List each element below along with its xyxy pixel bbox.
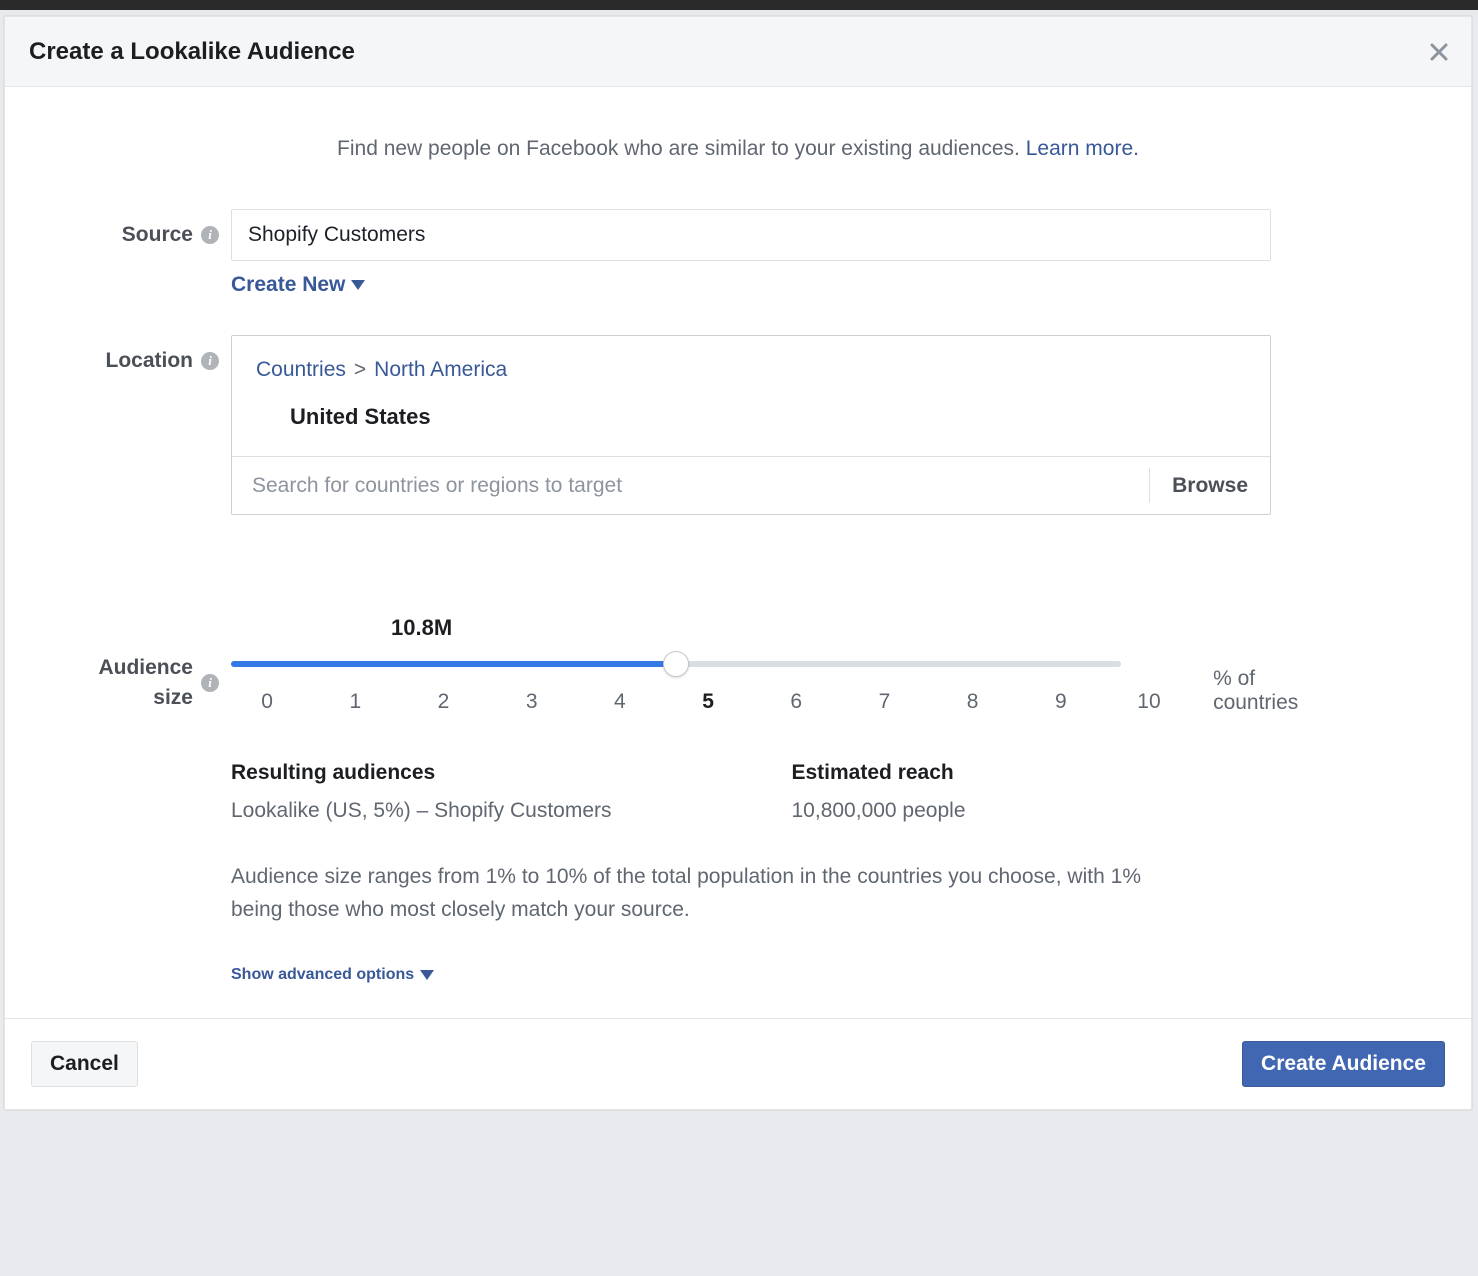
helper-text: Audience size ranges from 1% to 10% of t… bbox=[231, 861, 1341, 926]
slider-tick: 8 bbox=[929, 690, 1017, 714]
slider-tick: 0 bbox=[223, 690, 311, 714]
resulting-heading: Resulting audiences bbox=[231, 761, 612, 785]
info-icon[interactable]: i bbox=[201, 352, 219, 370]
resulting-text: Lookalike (US, 5%) – Shopify Customers bbox=[231, 799, 612, 823]
location-row: Location i Countries > North America bbox=[21, 335, 1471, 525]
browse-button[interactable]: Browse bbox=[1149, 468, 1270, 502]
audience-size-row: Audience size i 10.8M 0123456 bbox=[21, 615, 1471, 994]
chevron-down-icon bbox=[351, 280, 365, 290]
lookalike-modal: Create a Lookalike Audience Find new peo… bbox=[4, 16, 1472, 1110]
slider-tick: 6 bbox=[752, 690, 840, 714]
result-section: Resulting audiences Lookalike (US, 5%) –… bbox=[231, 761, 1341, 823]
page-background: Create a Lookalike Audience Find new peo… bbox=[0, 0, 1478, 1276]
app-topbar bbox=[0, 0, 1478, 10]
source-value: Shopify Customers bbox=[248, 223, 425, 247]
breadcrumb-region[interactable]: North America bbox=[374, 358, 507, 382]
modal-body: Find new people on Facebook who are simi… bbox=[5, 87, 1471, 1018]
resulting-audiences: Resulting audiences Lookalike (US, 5%) –… bbox=[231, 761, 612, 823]
slider-tick: 10 bbox=[1105, 690, 1193, 714]
slider-tick: 3 bbox=[488, 690, 576, 714]
slider-value-label: 10.8M bbox=[391, 615, 1121, 641]
location-label-text: Location bbox=[106, 349, 194, 373]
breadcrumb-countries[interactable]: Countries bbox=[256, 358, 346, 382]
modal-title: Create a Lookalike Audience bbox=[29, 38, 355, 66]
modal-header: Create a Lookalike Audience bbox=[5, 17, 1471, 87]
source-row: Source i Shopify Customers Create New bbox=[21, 209, 1471, 307]
chevron-down-icon bbox=[420, 970, 434, 980]
location-selected: Countries > North America United States bbox=[232, 336, 1270, 456]
audience-size-label: Audience size i bbox=[21, 615, 231, 714]
breadcrumb-separator: > bbox=[354, 358, 366, 382]
audience-slider: 10.8M 012345678910 % of countries bbox=[231, 615, 1121, 715]
audience-size-label-text: Audience size bbox=[98, 653, 193, 714]
close-icon[interactable] bbox=[1425, 38, 1453, 66]
slider-ticks: 012345678910 bbox=[223, 690, 1193, 714]
cancel-button[interactable]: Cancel bbox=[31, 1041, 138, 1087]
slider-tick: 7 bbox=[840, 690, 928, 714]
create-new-dropdown[interactable]: Create New bbox=[231, 273, 365, 297]
modal-footer: Cancel Create Audience bbox=[5, 1018, 1471, 1109]
advanced-label: Show advanced options bbox=[231, 966, 414, 984]
slider-tick: 5 bbox=[664, 690, 752, 714]
source-input[interactable]: Shopify Customers bbox=[231, 209, 1271, 261]
selected-country: United States bbox=[256, 382, 1246, 434]
slider-tick: 2 bbox=[399, 690, 487, 714]
reach-text: 10,800,000 people bbox=[792, 799, 966, 823]
location-search-input[interactable] bbox=[232, 457, 1149, 514]
source-label-text: Source bbox=[122, 223, 193, 247]
slider-tick: 1 bbox=[311, 690, 399, 714]
estimated-reach: Estimated reach 10,800,000 people bbox=[792, 761, 966, 823]
location-search-row: Browse bbox=[232, 456, 1270, 514]
create-audience-button[interactable]: Create Audience bbox=[1242, 1041, 1445, 1087]
intro-copy: Find new people on Facebook who are simi… bbox=[337, 137, 1026, 160]
slider-fill bbox=[231, 661, 676, 667]
reach-heading: Estimated reach bbox=[792, 761, 966, 785]
slider-tick: 4 bbox=[576, 690, 664, 714]
slider-track[interactable] bbox=[231, 661, 1121, 667]
source-label: Source i bbox=[21, 209, 231, 247]
info-icon[interactable]: i bbox=[201, 226, 219, 244]
advanced-options-toggle[interactable]: Show advanced options bbox=[231, 966, 434, 984]
location-label: Location i bbox=[21, 335, 231, 373]
slider-suffix: % of countries bbox=[1213, 667, 1298, 715]
intro-text: Find new people on Facebook who are simi… bbox=[5, 87, 1471, 209]
location-box: Countries > North America United States … bbox=[231, 335, 1271, 515]
info-icon[interactable]: i bbox=[201, 674, 219, 692]
slider-tick: 9 bbox=[1017, 690, 1105, 714]
slider-handle[interactable] bbox=[663, 651, 689, 677]
location-breadcrumb: Countries > North America bbox=[256, 358, 1246, 382]
learn-more-link[interactable]: Learn more. bbox=[1026, 137, 1139, 160]
create-new-label: Create New bbox=[231, 273, 345, 297]
